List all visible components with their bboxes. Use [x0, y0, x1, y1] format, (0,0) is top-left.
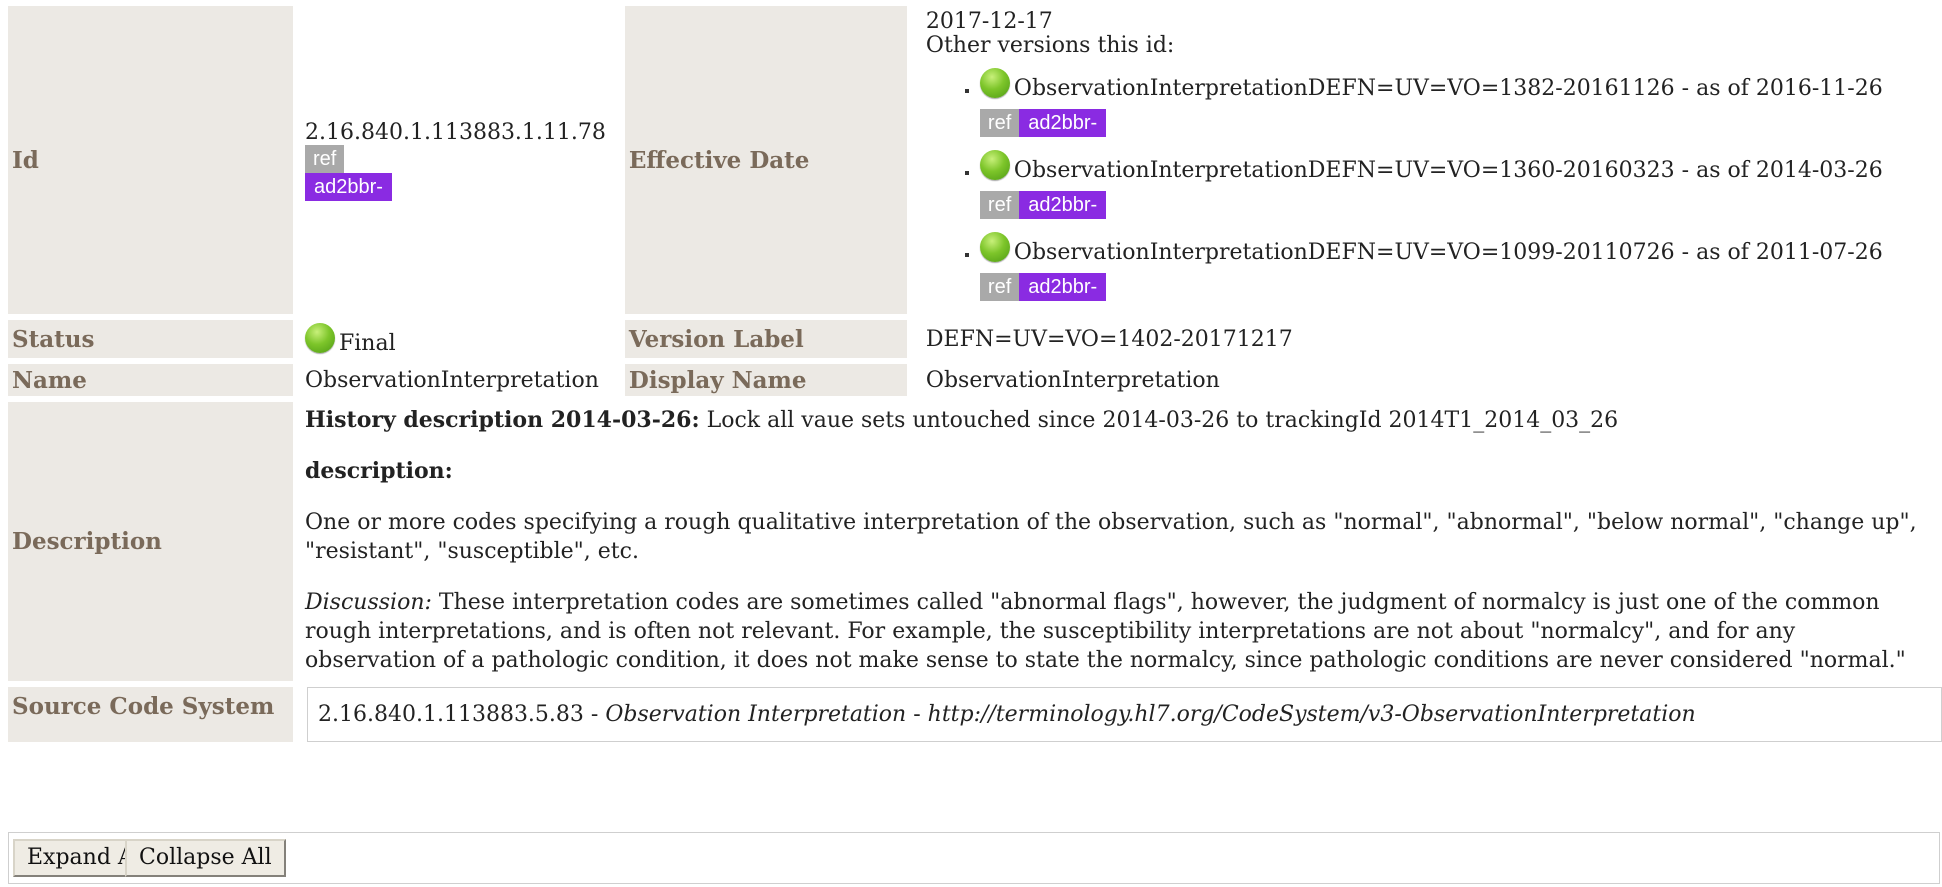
id-source-badge[interactable]: ad2bbr- [305, 172, 392, 201]
version-link[interactable]: ObservationInterpretationDEFN=UV=VO=1382… [1014, 76, 1883, 101]
discussion-label: Discussion: [305, 590, 432, 615]
separator: - [583, 702, 606, 727]
source-code-system-label: Source Code System [8, 687, 303, 748]
other-versions-label: Other versions this id: [925, 33, 1175, 58]
row-status-version: Status Final Version Label DEFN=UV=VO=14… [8, 320, 1942, 364]
status-final-icon [979, 232, 1010, 262]
value-set-detail-table: Id 2.16.840.1.113883.1.11.78 ref ad2bbr-… [8, 6, 1942, 748]
display-name-value: ObservationInterpretation [916, 364, 1942, 402]
source-code-system-cell: 2.16.840.1.113883.5.83 - Observation Int… [303, 687, 1942, 748]
source-oid: 2.16.840.1.113883.5.83 [318, 702, 584, 727]
description-text: One or more codes specifying a rough qua… [305, 510, 1917, 564]
id-ref-badge[interactable]: ref [305, 144, 345, 173]
status-final-icon [979, 150, 1010, 180]
description-value: History description 2014-03-26: Lock all… [303, 402, 1942, 687]
version-source-badge[interactable]: ad2bbr- [1019, 273, 1107, 301]
description-title: description: [305, 458, 453, 484]
version-ref-badge[interactable]: ref [979, 109, 1020, 137]
version-link[interactable]: ObservationInterpretationDEFN=UV=VO=1360… [1014, 158, 1883, 183]
status-value-cell: Final [303, 320, 625, 364]
row-id-effective-date: Id 2.16.840.1.113883.1.11.78 ref ad2bbr-… [8, 6, 1942, 320]
row-description: Description History description 2014-03-… [8, 402, 1942, 687]
tree-controls-bar: Expand All Collapse All [8, 832, 1940, 884]
effective-date-value: 2017-12-17 [925, 9, 1053, 34]
status-value: Final [339, 330, 396, 356]
row-source-code-system: Source Code System 2.16.840.1.113883.5.8… [8, 687, 1942, 748]
status-label: Status [8, 320, 303, 364]
discussion-text: These interpretation codes are sometimes… [305, 590, 1906, 673]
status-final-icon [979, 68, 1010, 98]
version-ref-badge[interactable]: ref [979, 191, 1020, 219]
display-name-label: Display Name [624, 364, 917, 402]
history-description-text: Lock all vaue sets untouched since 2014-… [706, 408, 1619, 433]
description-label: Description [8, 402, 303, 687]
version-source-badge[interactable]: ad2bbr- [1019, 109, 1107, 137]
row-name-display-name: Name ObservationInterpretation Display N… [8, 364, 1942, 402]
effective-date-cell: 2017-12-17 Other versions this id: Obser… [916, 6, 1942, 320]
description-heading: description: [305, 457, 1923, 486]
version-source-badge[interactable]: ad2bbr- [1019, 191, 1107, 219]
version-link[interactable]: ObservationInterpretationDEFN=UV=VO=1099… [1014, 240, 1883, 265]
version-ref-badge[interactable]: ref [979, 273, 1020, 301]
status-final-icon [305, 322, 335, 353]
discussion-paragraph: Discussion: These interpretation codes a… [305, 588, 1923, 675]
separator: - [906, 702, 928, 727]
source-url[interactable]: http://terminology.hl7.org/CodeSystem/v3… [928, 702, 1696, 727]
version-item: ObservationInterpretationDEFN=UV=VO=1099… [979, 232, 1923, 304]
id-value-cell: 2.16.840.1.113883.1.11.78 ref ad2bbr- [303, 6, 625, 320]
version-label-value: DEFN=UV=VO=1402-20171217 [916, 320, 1942, 364]
source-name: Observation Interpretation [605, 702, 907, 727]
version-item: ObservationInterpretationDEFN=UV=VO=1382… [979, 68, 1923, 140]
id-label: Id [8, 6, 303, 320]
other-versions-list: ObservationInterpretationDEFN=UV=VO=1382… [926, 68, 1923, 304]
collapse-all-button[interactable]: Collapse All [125, 839, 286, 877]
name-value: ObservationInterpretation [303, 364, 625, 402]
effective-date-label: Effective Date [624, 6, 917, 320]
history-description-title: History description 2014-03-26: [305, 407, 700, 433]
history-description: History description 2014-03-26: Lock all… [305, 406, 1923, 435]
id-value: 2.16.840.1.113883.1.11.78 [305, 119, 606, 145]
version-item: ObservationInterpretationDEFN=UV=VO=1360… [979, 150, 1923, 222]
name-label: Name [8, 364, 303, 402]
version-label-label: Version Label [624, 320, 917, 364]
source-code-system-value: 2.16.840.1.113883.5.83 - Observation Int… [307, 687, 1942, 742]
